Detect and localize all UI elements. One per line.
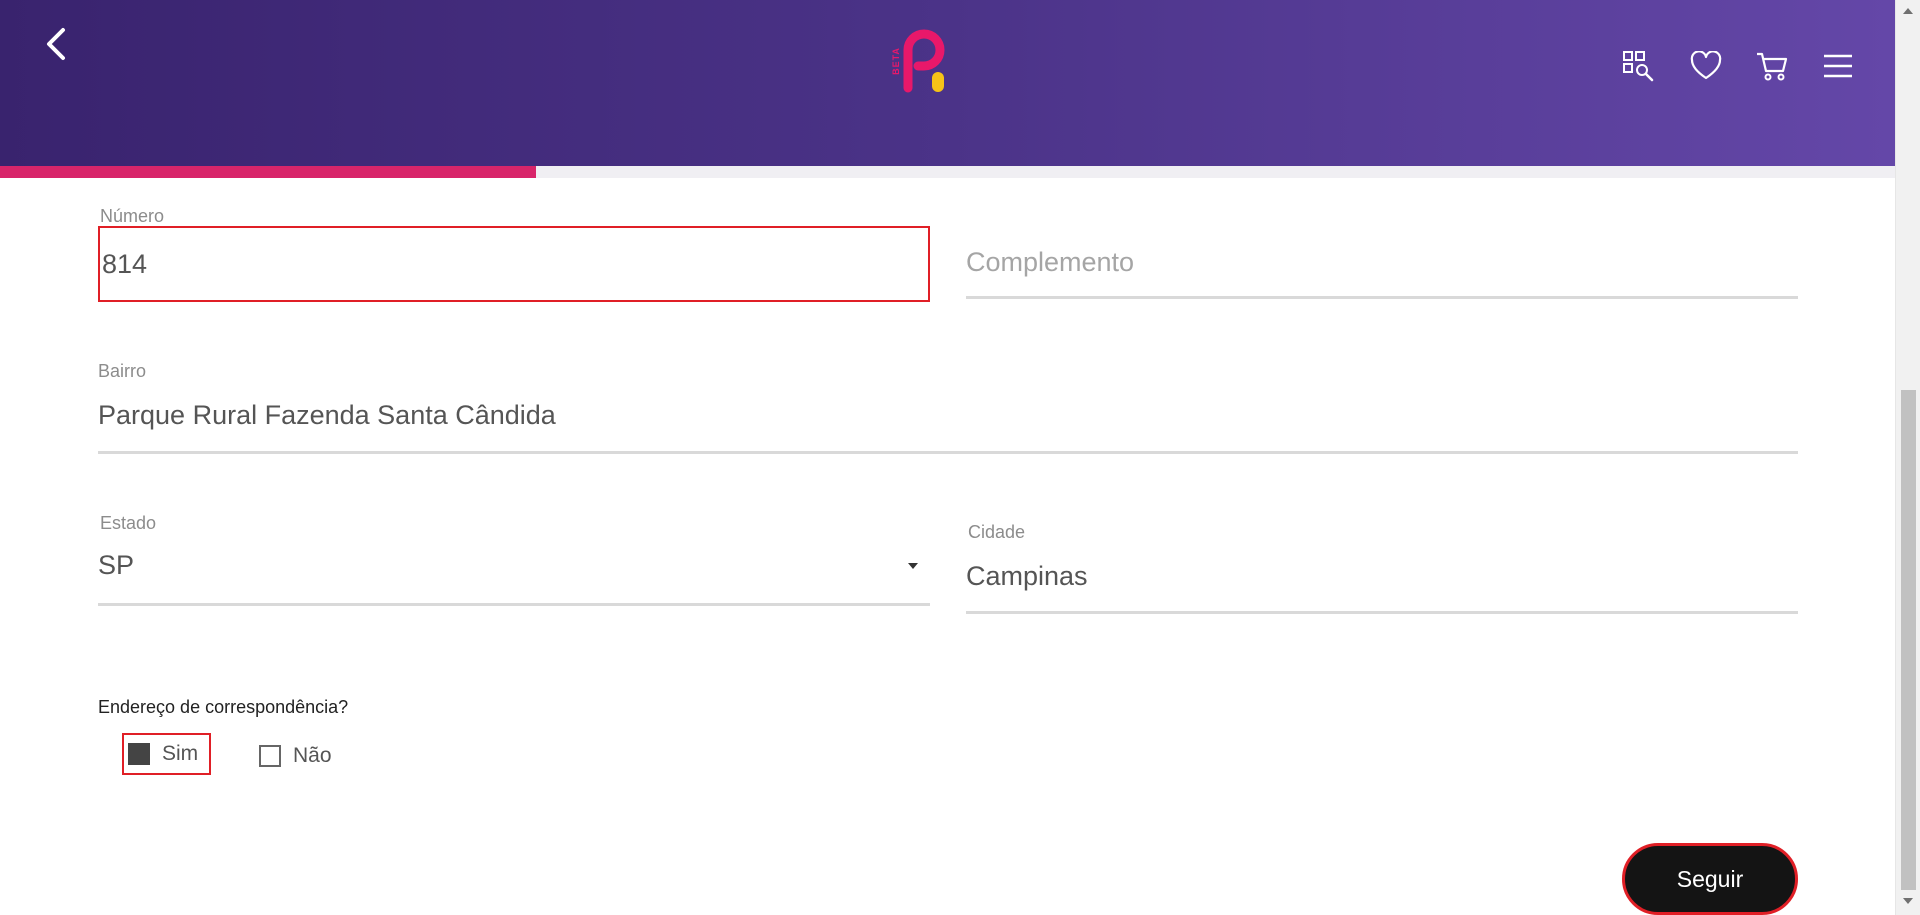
numero-input[interactable] — [98, 226, 930, 302]
bairro-label: Bairro — [98, 361, 147, 381]
estado-select[interactable]: SP — [98, 544, 930, 592]
estado-underline — [98, 603, 930, 606]
sim-checkbox[interactable] — [128, 743, 150, 765]
cidade-label: Cidade — [968, 522, 1026, 542]
menu-icon — [1824, 54, 1852, 78]
bairro-underline — [98, 451, 1798, 454]
correspondencia-question: Endereço de correspondência? — [98, 697, 349, 717]
chevron-down-icon — [908, 563, 918, 569]
app-header: BETA — [0, 0, 1895, 166]
complemento-underline — [966, 296, 1798, 299]
cart-button[interactable] — [1754, 48, 1790, 84]
back-button[interactable] — [38, 24, 74, 64]
cidade-input[interactable] — [966, 554, 1796, 598]
nao-label: Não — [293, 744, 332, 767]
menu-button[interactable] — [1820, 48, 1856, 84]
back-icon — [47, 28, 65, 60]
option-nao[interactable]: Não — [259, 744, 332, 768]
sim-label: Sim — [162, 742, 199, 765]
complemento-input[interactable] — [966, 240, 1796, 284]
favorites-button[interactable] — [1688, 48, 1724, 84]
page-scrollbar[interactable] — [1895, 0, 1920, 915]
scroll-up-icon[interactable] — [1903, 8, 1913, 14]
cart-icon — [1757, 52, 1788, 81]
heart-icon — [1690, 51, 1722, 80]
catalog-search-button[interactable] — [1620, 48, 1656, 84]
nao-checkbox[interactable] — [259, 745, 281, 767]
estado-value: SP — [98, 550, 135, 580]
numero-label: Número — [100, 206, 165, 226]
bairro-input[interactable] — [98, 393, 1798, 437]
scroll-down-icon[interactable] — [1903, 898, 1913, 904]
brand-logo[interactable]: BETA — [888, 28, 958, 98]
seguir-button[interactable]: Seguir — [1622, 843, 1798, 915]
cidade-underline — [966, 611, 1798, 614]
progress-fill — [0, 166, 537, 178]
beta-badge: BETA — [890, 47, 901, 75]
catalog-search-icon — [1623, 51, 1654, 82]
scroll-thumb[interactable] — [1901, 390, 1916, 890]
option-sim[interactable]: Sim — [122, 733, 211, 775]
checkout-progress — [0, 166, 1895, 178]
estado-label: Estado — [100, 513, 157, 533]
